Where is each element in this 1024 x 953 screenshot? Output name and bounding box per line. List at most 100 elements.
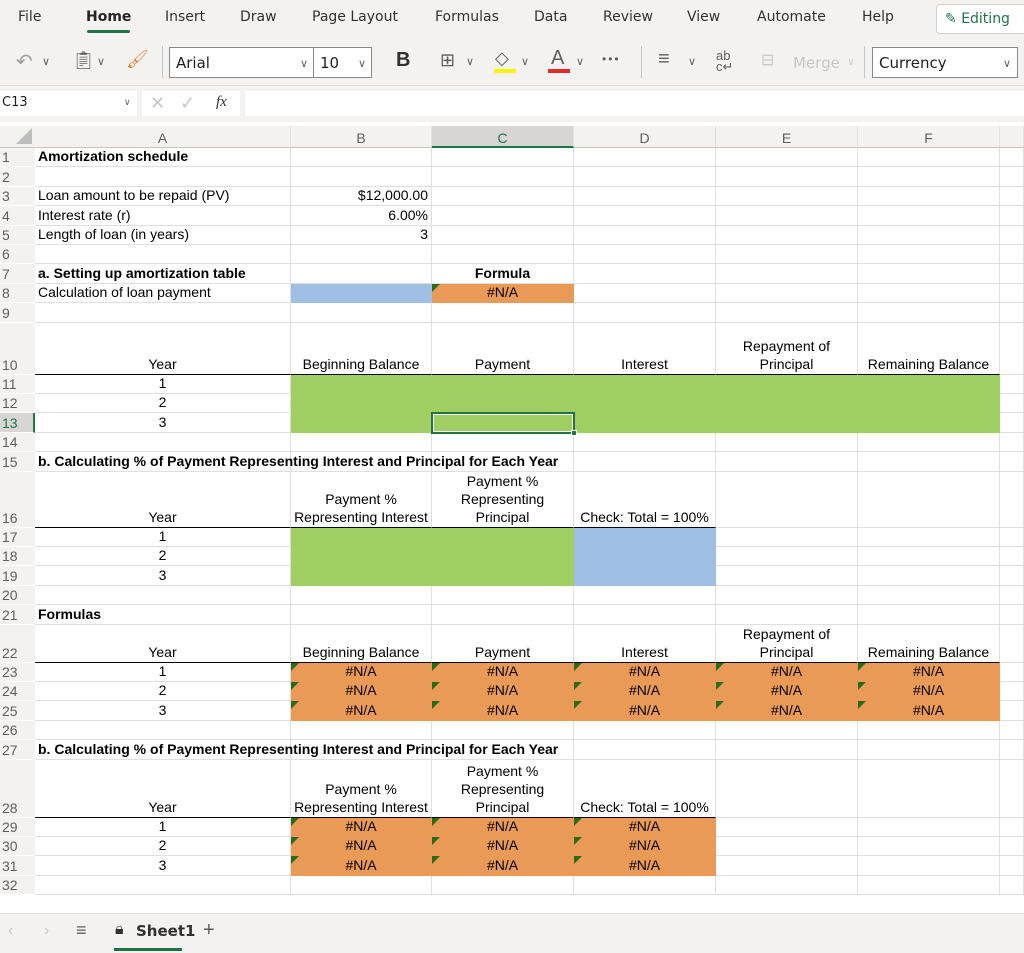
year-cell[interactable]: 2 (35, 682, 291, 702)
grid-cell[interactable] (716, 720, 858, 741)
input-value[interactable]: $12,000.00 (291, 186, 432, 207)
amortization-input-cell[interactable] (291, 413, 432, 433)
paste-icon[interactable]: 📋︎ (72, 50, 95, 71)
grid-cell[interactable] (858, 566, 1000, 586)
formula-result-cell[interactable]: #N/A (432, 837, 574, 857)
table-a-header[interactable]: Repayment of Principal (716, 322, 858, 375)
grid-cell[interactable] (432, 720, 574, 741)
formula-table-a-header[interactable]: Interest (574, 624, 716, 663)
year-cell[interactable]: 2 (35, 547, 291, 567)
amortization-input-cell[interactable] (716, 374, 858, 394)
formula-table-b-header[interactable]: Payment % Representing Principal (432, 759, 574, 818)
grid-cell[interactable] (1000, 374, 1024, 394)
align-icon[interactable]: ≡ (658, 48, 670, 71)
grid-cell[interactable] (716, 856, 858, 876)
row-header-14[interactable]: 14 (0, 432, 35, 453)
row-header-30[interactable]: 30 (0, 837, 35, 857)
bold-button[interactable]: B (396, 49, 410, 72)
loan-payment-label[interactable]: Calculation of loan payment (35, 283, 291, 304)
grid-cell[interactable] (1000, 624, 1024, 663)
tab-page-layout[interactable]: Page Layout (312, 9, 398, 25)
row-header-12[interactable]: 12 (0, 394, 35, 414)
column-header-c[interactable]: C (432, 126, 574, 148)
grid-cell[interactable] (1000, 303, 1024, 323)
input-label[interactable]: Length of loan (in years) (35, 225, 291, 245)
formula-table-a-header[interactable]: Payment (432, 624, 574, 663)
grid-cell[interactable] (858, 527, 1000, 547)
column-header-g[interactable] (1000, 126, 1024, 148)
formula-table-a-header[interactable]: Remaining Balance (858, 624, 1000, 663)
scroll-left-icon[interactable]: ‹ (8, 922, 13, 940)
grid-cell[interactable] (1000, 740, 1024, 760)
grid-cell[interactable] (858, 759, 1000, 818)
input-label[interactable]: Loan amount to be repaid (PV) (35, 186, 291, 207)
select-all-button[interactable] (0, 126, 35, 148)
format-painter-icon[interactable]: 🖌︎ (126, 49, 149, 70)
grid-cell[interactable] (1000, 662, 1024, 682)
formula-result-cell[interactable]: #N/A (574, 837, 716, 857)
editing-mode-button[interactable]: ✎ Editing (936, 4, 1024, 34)
amortization-input-cell[interactable] (574, 413, 716, 433)
grid-cell[interactable] (1000, 148, 1024, 168)
grid-cell[interactable] (858, 186, 1000, 207)
grid-cell[interactable] (716, 148, 858, 168)
grid-cell[interactable] (432, 303, 574, 323)
formula-header[interactable]: Formula (432, 264, 574, 284)
grid-cell[interactable] (1000, 720, 1024, 741)
tab-formulas[interactable]: Formulas (435, 9, 499, 25)
merge-icon[interactable]: ⊟ (761, 50, 774, 70)
grid-cell[interactable] (858, 264, 1000, 284)
font-color-icon[interactable]: A (551, 47, 564, 70)
amortization-input-cell[interactable] (432, 374, 574, 394)
grid-cell[interactable] (716, 605, 858, 625)
grid-cell[interactable] (432, 148, 574, 168)
column-header-b[interactable]: B (291, 126, 432, 148)
grid-cell[interactable] (574, 452, 716, 472)
paste-dropdown-icon[interactable]: ∨ (97, 55, 105, 68)
row-header-8[interactable]: 8 (0, 283, 35, 304)
grid-cell[interactable] (858, 605, 1000, 625)
grid-cell[interactable] (858, 206, 1000, 226)
row-header-13[interactable]: 13 (0, 413, 35, 433)
input-value[interactable]: 6.00% (291, 206, 432, 226)
amortization-input-cell[interactable] (291, 374, 432, 394)
tab-home[interactable]: Home (86, 9, 131, 25)
year-cell[interactable]: 3 (35, 566, 291, 586)
amortization-input-cell[interactable] (291, 394, 432, 414)
grid-cell[interactable] (432, 585, 574, 606)
grid-cell[interactable] (716, 283, 858, 304)
amortization-input-cell[interactable] (858, 413, 1000, 433)
grid-cell[interactable] (574, 303, 716, 323)
check-input-cell[interactable] (574, 527, 716, 547)
grid-cell[interactable] (1000, 837, 1024, 857)
grid-cell[interactable] (716, 566, 858, 586)
row-header-31[interactable]: 31 (0, 856, 35, 876)
formula-table-a-header[interactable]: Year (35, 624, 291, 663)
row-header-24[interactable]: 24 (0, 682, 35, 702)
font-color-dropdown-icon[interactable]: ∨ (576, 55, 584, 68)
grid-cell[interactable] (1000, 167, 1024, 187)
formulas-heading[interactable]: Formulas (35, 605, 291, 625)
grid-cell[interactable] (35, 303, 291, 323)
year-cell[interactable]: 3 (35, 413, 291, 433)
grid-cell[interactable] (574, 186, 716, 207)
formula-result-cell[interactable]: #N/A (432, 682, 574, 702)
grid-cell[interactable] (716, 303, 858, 323)
row-header-1[interactable]: 1 (0, 148, 35, 168)
fill-color-icon[interactable]: ◇ (495, 48, 509, 69)
sheet-title[interactable]: Amortization schedule (35, 148, 335, 168)
formula-result-cell[interactable]: #N/A (291, 837, 432, 857)
grid-cell[interactable] (716, 759, 858, 818)
formula-result-cell[interactable]: #N/A (291, 682, 432, 702)
grid-cell[interactable] (1000, 856, 1024, 876)
grid-cell[interactable] (1000, 206, 1024, 226)
grid-cell[interactable] (1000, 875, 1024, 896)
tab-help[interactable]: Help (862, 9, 894, 25)
row-header-20[interactable]: 20 (0, 585, 35, 606)
grid-cell[interactable] (1000, 759, 1024, 818)
align-dropdown-icon[interactable]: ∨ (688, 55, 696, 68)
grid-cell[interactable] (716, 225, 858, 245)
fill-color-dropdown-icon[interactable]: ∨ (521, 55, 529, 68)
grid-cell[interactable] (716, 432, 858, 453)
tab-view[interactable]: View (687, 9, 720, 25)
